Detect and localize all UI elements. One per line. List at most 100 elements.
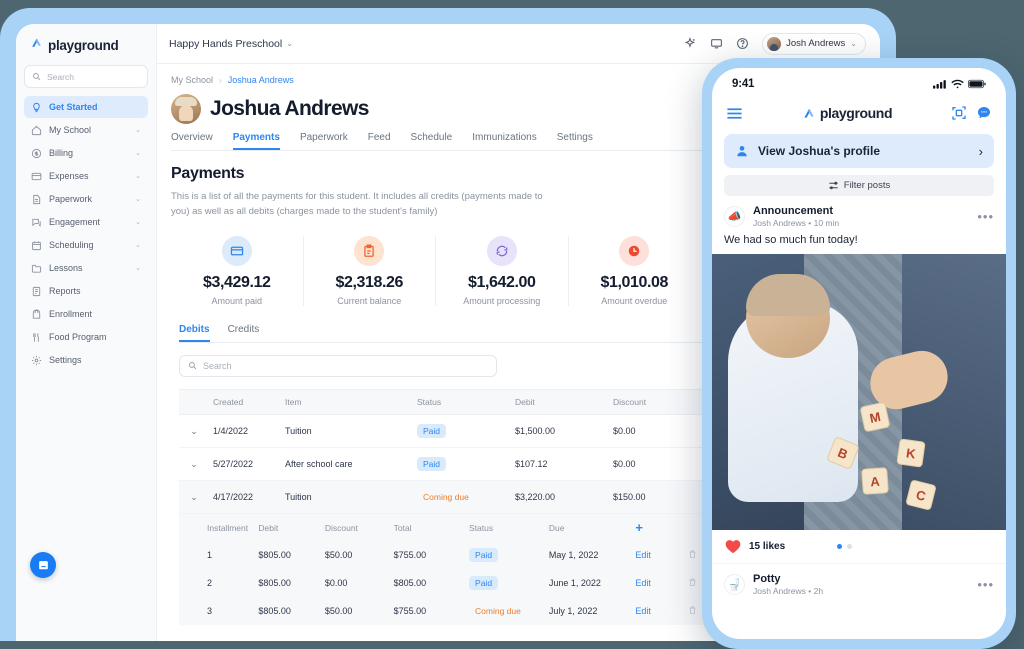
chevron-down-icon: ⌄ [135, 173, 141, 180]
sidebar-item-settings[interactable]: Settings [24, 349, 148, 371]
cell-debit: $3,220.00 [511, 480, 609, 515]
chevron-down-icon: ⌄ [135, 219, 141, 226]
status-indicators [933, 79, 986, 89]
carousel-dot[interactable] [847, 544, 853, 549]
help-icon[interactable] [736, 37, 749, 50]
tab-overview[interactable]: Overview [171, 132, 213, 150]
table-row[interactable]: ⌄ 5/27/2022 After school care Paid $107.… [179, 447, 709, 482]
tab-payments[interactable]: Payments [233, 132, 280, 150]
tab-schedule[interactable]: Schedule [411, 132, 453, 150]
table-row[interactable]: ⌄ 1/4/2022 Tuition Paid $1,500.00 $0.00 [179, 414, 709, 449]
sidebar-item-scheduling[interactable]: Scheduling ⌄ [24, 234, 148, 256]
view-profile-button[interactable]: View Joshua's profile › [724, 134, 994, 168]
trash-icon[interactable] [688, 577, 697, 587]
wifi-icon [951, 79, 964, 89]
qr-scan-icon[interactable] [951, 105, 967, 121]
sidebar-item-paperwork[interactable]: Paperwork ⌄ [24, 188, 148, 210]
sidebar-item-lessons[interactable]: Lessons ⌄ [24, 257, 148, 279]
cell-created: 5/27/2022 [209, 447, 281, 482]
heart-icon[interactable] [725, 539, 741, 554]
lightbulb-icon [33, 102, 40, 112]
school-switcher[interactable]: Happy Hands Preschool ⌄ [169, 38, 293, 50]
support-chat-button[interactable] [30, 552, 56, 578]
post-photo[interactable]: M K A C B [712, 254, 1006, 530]
tab-feed[interactable]: Feed [368, 132, 391, 150]
trash-icon[interactable] [688, 549, 697, 559]
message-icon[interactable] [710, 37, 723, 50]
col-discount[interactable]: Discount [609, 389, 709, 416]
cell-debit: $805.00 [254, 541, 321, 570]
cell-debit: $107.12 [511, 447, 609, 482]
refresh-icon [486, 236, 517, 267]
sidebar-item-enrollment[interactable]: Enrollment [24, 303, 148, 325]
cell-created: 4/17/2022 [209, 480, 281, 515]
user-menu[interactable]: Josh Andrews ⌄ [762, 32, 866, 55]
subtab-debits[interactable]: Debits [179, 324, 210, 342]
edit-link[interactable]: Edit [635, 606, 651, 616]
phone-status-bar: 9:41 [712, 68, 1006, 96]
cell-discount: $0.00 [320, 569, 390, 598]
sidebar-search-input[interactable]: Search [24, 65, 148, 88]
table-search-input[interactable]: Search [179, 355, 497, 378]
stat-amount-paid: $3,429.12 Amount paid [171, 236, 304, 307]
stat-label: Amount processing [463, 296, 541, 307]
tab-immunizations[interactable]: Immunizations [472, 132, 536, 150]
col-total: Total [389, 514, 466, 542]
likes-count: 15 likes [749, 541, 786, 552]
col-discount: Discount [320, 514, 390, 542]
carousel-dot-active[interactable] [837, 544, 843, 549]
installment-row[interactable]: 3 $805.00 $50.00 $755.00 Coming due July… [179, 597, 709, 626]
view-profile-label: View Joshua's profile [758, 144, 881, 158]
tab-settings[interactable]: Settings [557, 132, 593, 150]
breadcrumb-root[interactable]: My School [171, 75, 213, 85]
chevron-down-icon: ⌄ [286, 39, 293, 48]
sidebar-item-reports[interactable]: Reports [24, 280, 148, 302]
col-item[interactable]: Item [281, 389, 413, 416]
phone-brand-label: playground [819, 105, 893, 121]
sidebar-item-engagement[interactable]: Engagement ⌄ [24, 211, 148, 233]
col-status[interactable]: Status [413, 389, 511, 416]
sidebar-item-label: Get Started [49, 102, 98, 112]
edit-link[interactable]: Edit [635, 550, 651, 560]
col-status: Status [465, 514, 545, 542]
student-avatar [171, 94, 201, 124]
col-created[interactable]: Created [209, 389, 281, 416]
messenger-icon [38, 560, 48, 569]
filter-posts-button[interactable]: Filter posts [724, 175, 994, 196]
chevron-down-icon: ⌄ [135, 242, 141, 249]
hamburger-menu-icon[interactable] [726, 107, 743, 120]
post-options-icon[interactable]: ••• [977, 577, 994, 592]
trash-icon[interactable] [688, 605, 697, 615]
row-expander-icon[interactable]: ⌄ [190, 459, 198, 469]
sidebar-item-food-program[interactable]: Food Program [24, 326, 148, 348]
sidebar-item-get-started[interactable]: Get Started [24, 96, 148, 118]
table-head: Created Item Status Debit Discount [179, 389, 709, 416]
subtab-credits[interactable]: Credits [228, 324, 260, 342]
home-icon [31, 125, 42, 135]
row-expander-icon[interactable]: ⌄ [190, 426, 198, 436]
col-due: Due [544, 514, 632, 542]
post-options-icon[interactable]: ••• [977, 209, 994, 224]
post-header: 🚽 Potty Josh Andrews • 2h ••• [712, 564, 1006, 602]
cell-due: June 1, 2022 [544, 569, 632, 598]
phone-header-actions [951, 105, 992, 121]
breadcrumb-current[interactable]: Joshua Andrews [228, 75, 294, 85]
sidebar-item-label: Scheduling [49, 240, 94, 250]
clipboard-icon [354, 236, 385, 267]
tab-paperwork[interactable]: Paperwork [300, 132, 348, 150]
sidebar-item-expenses[interactable]: Expenses ⌄ [24, 165, 148, 187]
chevron-down-icon: ⌄ [135, 127, 141, 134]
installment-row[interactable]: 2 $805.00 $0.00 $805.00 Paid June 1, 202… [179, 569, 709, 598]
sidebar-item-billing[interactable]: Billing ⌄ [24, 142, 148, 164]
row-expander-icon[interactable]: ⌄ [190, 492, 198, 502]
sparkle-icon[interactable] [684, 37, 697, 50]
chat-bubble-icon[interactable] [976, 105, 992, 121]
add-installment-button[interactable]: + [635, 520, 643, 535]
status-badge: Paid [417, 457, 447, 472]
edit-link[interactable]: Edit [635, 578, 651, 588]
table-row[interactable]: ⌄ 4/17/2022 Tuition Coming due $3,220.00… [179, 480, 709, 515]
installment-row[interactable]: 1 $805.00 $50.00 $755.00 Paid May 1, 202… [179, 541, 709, 570]
col-debit[interactable]: Debit [511, 389, 609, 416]
sidebar-item-my-school[interactable]: My School ⌄ [24, 119, 148, 141]
search-icon [32, 68, 41, 86]
